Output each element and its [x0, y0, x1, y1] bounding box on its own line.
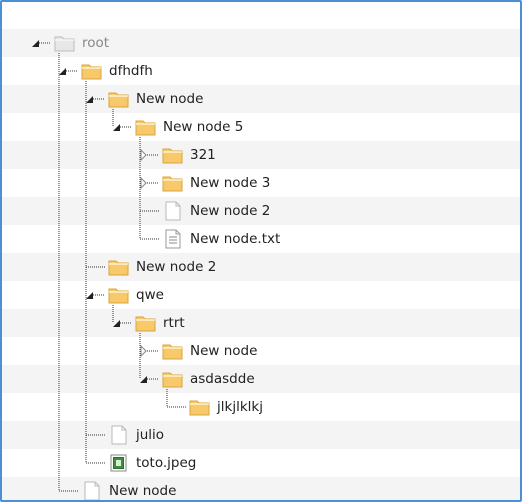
tree-node-label[interactable]: 321 — [190, 147, 216, 163]
tree-node[interactable]: rtrt — [135, 309, 185, 337]
tree-node-label[interactable]: dfhdfh — [109, 63, 153, 79]
tree-row[interactable]: New node — [2, 85, 520, 113]
tree-node-label[interactable]: New node 5 — [163, 119, 243, 135]
tree-row[interactable]: New node — [2, 337, 520, 365]
image-file-icon — [110, 454, 127, 472]
tree-row[interactable]: New node 3 — [2, 169, 520, 197]
tree-node[interactable]: root — [54, 29, 109, 57]
tree-node-label[interactable]: jlkjlklkj — [217, 399, 263, 415]
folder-icon — [108, 92, 129, 108]
folder-icon — [108, 288, 129, 304]
tree-node-label[interactable]: New node — [190, 343, 257, 359]
tree-node[interactable]: New node 2 — [162, 197, 270, 225]
tree-node-label[interactable]: toto.jpeg — [136, 455, 196, 471]
tree-node[interactable]: qwe — [108, 281, 164, 309]
folder-icon — [162, 176, 183, 192]
tree-node[interactable]: New node 3 — [162, 169, 270, 197]
tree-node[interactable]: New node — [108, 85, 203, 113]
tree-row[interactable]: New node 2 — [2, 197, 520, 225]
folder-icon — [135, 120, 156, 136]
tree-row[interactable]: qwe — [2, 281, 520, 309]
text-file-icon — [165, 229, 181, 249]
tree-row[interactable]: New node 5 — [2, 113, 520, 141]
file-icon — [111, 425, 127, 445]
tree-node[interactable]: New node 5 — [135, 113, 243, 141]
tree-node-label[interactable]: rtrt — [163, 315, 185, 331]
tree-row[interactable]: New node.txt — [2, 225, 520, 253]
tree-node[interactable]: asdasdde — [162, 365, 255, 393]
tree-node-label[interactable]: root — [82, 35, 109, 51]
file-icon — [84, 481, 100, 500]
tree-node[interactable]: dfhdfh — [81, 57, 153, 85]
tree-row[interactable]: rtrt — [2, 309, 520, 337]
tree-node[interactable]: jlkjlklkj — [189, 393, 263, 421]
tree-row[interactable]: dfhdfh — [2, 57, 520, 85]
tree-row[interactable]: toto.jpeg — [2, 449, 520, 477]
folder-icon — [162, 344, 183, 360]
tree-node[interactable]: New node — [162, 337, 257, 365]
file-icon — [165, 201, 181, 221]
tree-node[interactable]: toto.jpeg — [108, 449, 196, 477]
tree-node-label[interactable]: New node 3 — [190, 175, 270, 191]
root-folder-icon — [54, 36, 75, 52]
tree-node-label[interactable]: New node 2 — [136, 259, 216, 275]
tree-node-label[interactable]: qwe — [136, 287, 164, 303]
tree-row[interactable]: 321 — [2, 141, 520, 169]
tree-row[interactable]: New node — [2, 477, 520, 500]
tree-node-label[interactable]: New node — [109, 483, 176, 499]
folder-icon — [162, 148, 183, 164]
tree-node-label[interactable]: New node 2 — [190, 203, 270, 219]
folder-icon — [135, 316, 156, 332]
folder-icon — [81, 64, 102, 80]
tree-node[interactable]: 321 — [162, 141, 216, 169]
tree-node[interactable]: New node — [81, 477, 176, 500]
tree-node[interactable]: New node 2 — [108, 253, 216, 281]
tree-node-label[interactable]: julio — [136, 427, 164, 443]
tree-node-label[interactable]: New node — [136, 91, 203, 107]
tree-node[interactable]: julio — [108, 421, 164, 449]
tree-view-panel: root dfhdfh New node New node 5 321 New … — [0, 0, 522, 502]
tree-row[interactable]: jlkjlklkj — [2, 393, 520, 421]
tree-row[interactable]: New node 2 — [2, 253, 520, 281]
tree-row[interactable]: root — [2, 29, 520, 57]
tree-node-label[interactable]: New node.txt — [190, 231, 280, 247]
tree-node[interactable]: New node.txt — [162, 225, 280, 253]
tree-row[interactable]: asdasdde — [2, 365, 520, 393]
folder-icon — [162, 372, 183, 388]
tree-node-label[interactable]: asdasdde — [190, 371, 255, 387]
folder-icon — [189, 400, 210, 416]
folder-icon — [108, 260, 129, 276]
tree-row[interactable]: julio — [2, 421, 520, 449]
